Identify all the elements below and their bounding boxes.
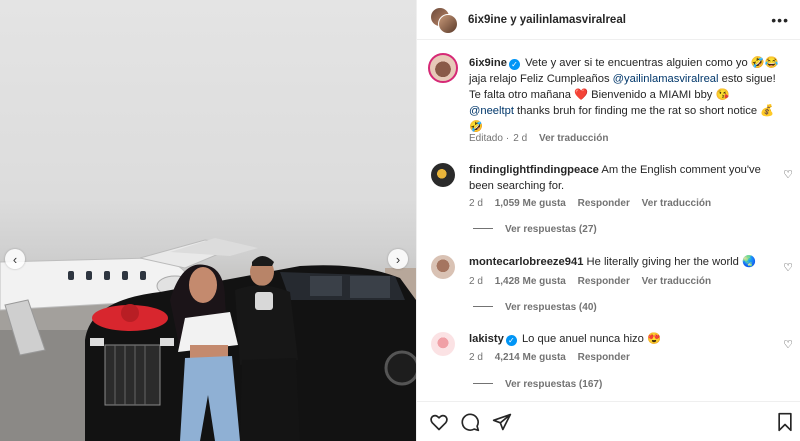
comment-body-1: Lo que anuel nunca hizo 😍: [521, 333, 661, 345]
commenter-avatar[interactable]: [431, 332, 455, 356]
like-count[interactable]: 4,214 Me gusta: [495, 352, 566, 363]
comment-body-2: been searching for.: [469, 180, 565, 192]
action-bar: [417, 401, 800, 441]
previous-photo-button[interactable]: ‹: [5, 249, 25, 269]
translate-link[interactable]: Ver traducción: [539, 133, 608, 144]
view-replies-button[interactable]: Ver respuestas (27): [473, 224, 597, 235]
comment-username[interactable]: findinglightfindingpeace: [469, 164, 599, 176]
view-replies-label: Ver respuestas (27): [505, 224, 597, 235]
post-photo: ‹ ›: [0, 0, 416, 441]
comment-meta: 2 d 4,214 Me gusta Responder: [469, 352, 639, 363]
caption-avatar[interactable]: [428, 53, 458, 83]
reply-button[interactable]: Responder: [578, 276, 630, 287]
caption-line-5: 🤣: [469, 121, 483, 133]
translate-link[interactable]: Ver traducción: [642, 276, 711, 287]
photo-illustration: [0, 238, 416, 441]
comment-age: 2 d: [469, 276, 483, 287]
coauthor-avatar[interactable]: [438, 14, 458, 34]
commenter-avatar[interactable]: [431, 163, 455, 187]
chevron-left-icon: ‹: [12, 251, 18, 267]
comment-text: findinglightfindingpeace Am the English …: [469, 162, 769, 194]
comment-meta: 2 d 1,059 Me gusta Responder Ver traducc…: [469, 198, 720, 209]
comment-age: 2 d: [469, 352, 483, 363]
view-replies-label: Ver respuestas (167): [505, 379, 603, 390]
caption-line-1: Vete y aver si te encuentras alguien com…: [525, 57, 779, 69]
verified-badge-icon: ✓: [508, 59, 520, 70]
like-count[interactable]: 1,428 Me gusta: [495, 276, 566, 287]
caption-line-4: thanks bruh for finding me the rat so sh…: [513, 105, 775, 117]
post-header: 6ix9ine y yailinlamasviralreal •••: [417, 0, 800, 40]
edited-label: Editado: [469, 133, 503, 144]
more-horizontal-icon[interactable]: •••: [771, 12, 789, 28]
caption-age: 2 d: [513, 133, 528, 144]
comment-meta: 2 d 1,428 Me gusta Responder Ver traducc…: [469, 276, 720, 287]
heart-icon[interactable]: ♡: [783, 168, 793, 181]
comment-username[interactable]: lakisty: [469, 333, 504, 345]
caption-username[interactable]: 6ix9ine: [469, 57, 507, 69]
view-replies-button[interactable]: Ver respuestas (40): [473, 302, 597, 313]
replies-divider: [473, 383, 493, 384]
next-photo-button[interactable]: ›: [388, 249, 408, 269]
send-icon[interactable]: [492, 412, 512, 432]
view-replies-button[interactable]: Ver respuestas (167): [473, 379, 602, 390]
heart-icon[interactable]: [429, 412, 449, 432]
bookmark-icon[interactable]: [775, 412, 795, 432]
mention-link[interactable]: @yailinlamasviralreal: [613, 73, 719, 85]
chevron-right-icon: ›: [395, 251, 401, 267]
comment-body-1: He literally giving her the world 🌏: [586, 256, 756, 268]
comment-username[interactable]: montecarlobreeze941: [469, 256, 583, 268]
post-authors[interactable]: 6ix9ine y yailinlamasviralreal: [468, 14, 626, 26]
heart-icon[interactable]: ♡: [783, 261, 793, 274]
caption-text: 6ix9ine ✓ Vete y aver si te encuentras al…: [469, 55, 794, 135]
comment-body-1: Am the English comment you've: [601, 164, 761, 176]
caption-line-2b: esto sigue!: [718, 73, 776, 85]
comment-age: 2 d: [469, 198, 483, 209]
heart-icon[interactable]: ♡: [783, 338, 793, 351]
reply-button[interactable]: Responder: [578, 198, 630, 209]
like-count[interactable]: 1,059 Me gusta: [495, 198, 566, 209]
translate-link[interactable]: Ver traducción: [642, 198, 711, 209]
commenter-avatar[interactable]: [431, 255, 455, 279]
mention-link-2[interactable]: @neeltpt: [469, 105, 514, 117]
view-replies-label: Ver respuestas (40): [505, 302, 597, 313]
post-panel: 6ix9ine y yailinlamasviralreal ••• 6ix9i…: [416, 0, 800, 441]
reply-button[interactable]: Responder: [578, 352, 630, 363]
caption-line-2a: jaja relajo Feliz Cumpleaños: [469, 73, 613, 85]
comment-text: lakisty ✓ Lo que anuel nunca hizo 😍: [469, 331, 769, 347]
caption-line-3: Te falta otro mañana ❤️ Bienvenido a MIA…: [469, 89, 730, 101]
verified-badge-icon: ✓: [505, 335, 517, 346]
replies-divider: [473, 228, 493, 229]
caption-meta: Editado · 2 d Ver traducción: [469, 133, 609, 144]
comment-text: montecarlobreeze941 He literally giving …: [469, 254, 769, 270]
comment-icon[interactable]: [460, 412, 480, 432]
replies-divider: [473, 306, 493, 307]
